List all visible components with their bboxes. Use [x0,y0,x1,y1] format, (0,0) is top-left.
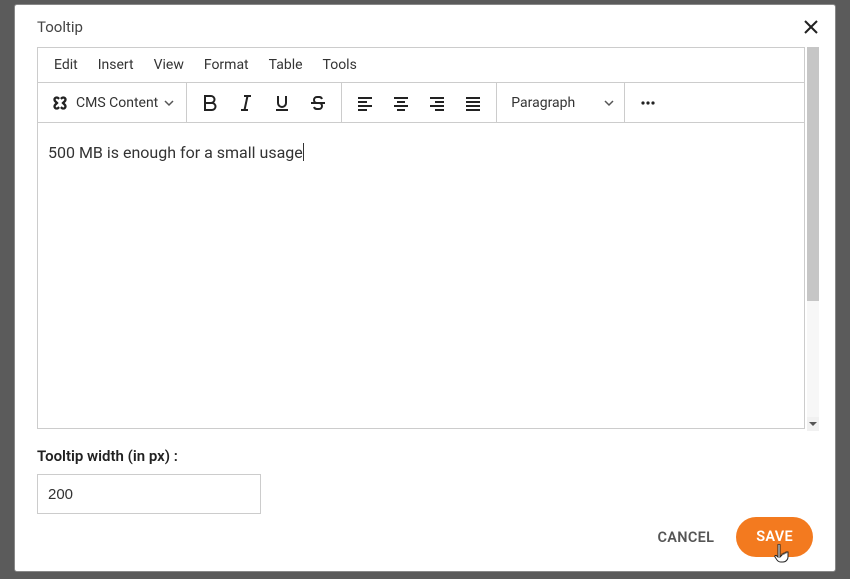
menu-format[interactable]: Format [194,51,259,79]
pointer-cursor-icon [774,544,792,566]
chevron-down-icon [604,98,614,108]
menu-edit[interactable]: Edit [44,51,88,79]
strikethrough-button[interactable] [301,86,335,120]
save-button[interactable]: SAVE [736,517,813,557]
cancel-button[interactable]: CANCEL [658,529,715,546]
align-center-button[interactable] [384,86,418,120]
bold-button[interactable] [193,86,227,120]
align-left-button[interactable] [348,86,382,120]
italic-button[interactable] [229,86,263,120]
tooltip-width-label: Tooltip width (in px) : [37,447,835,465]
editor-toolbar: CMS Content [37,83,805,123]
save-button-label: SAVE [756,528,793,545]
toolbar-group-text-style [187,83,342,122]
scrollbar-down-arrow[interactable] [807,417,819,431]
align-justify-icon [464,94,482,112]
scrollbar[interactable] [807,47,819,431]
align-right-icon [428,94,446,112]
menu-tools[interactable]: Tools [313,51,367,79]
menu-insert[interactable]: Insert [88,51,144,79]
editor-menubar: Edit Insert View Format Table Tools [37,47,805,83]
bold-icon [201,94,219,112]
menu-table[interactable]: Table [259,51,313,79]
toolbar-group-overflow [625,83,671,122]
align-justify-button[interactable] [456,86,490,120]
underline-button[interactable] [265,86,299,120]
ellipsis-icon [639,94,657,112]
toolbar-group-cms: CMS Content [38,83,187,122]
close-icon [803,19,819,35]
block-format-label: Paragraph [511,95,575,111]
tooltip-width-section: Tooltip width (in px) : [37,447,835,514]
scrollbar-thumb[interactable] [807,47,819,301]
menu-view[interactable]: View [144,51,194,79]
italic-icon [237,94,255,112]
chevron-down-icon [809,420,817,428]
editor-text: 500 MB is enough for a small usage [48,143,304,162]
align-center-icon [392,94,410,112]
underline-icon [273,94,291,112]
modal-footer: CANCEL SAVE [658,517,813,557]
cms-content-dropdown[interactable]: CMS Content [44,86,180,120]
align-right-button[interactable] [420,86,454,120]
chevron-down-icon [164,98,174,108]
align-left-icon [356,94,374,112]
more-button[interactable] [631,86,665,120]
tooltip-width-input[interactable] [37,474,261,514]
block-format-select[interactable]: Paragraph [497,83,625,122]
close-button[interactable] [799,15,823,39]
editor-content-area[interactable]: 500 MB is enough for a small usage [37,123,805,429]
cms-content-label: CMS Content [76,95,158,111]
toolbar-group-align [342,83,497,122]
joomla-icon [50,93,70,113]
modal-header: Tooltip [15,5,835,47]
strikethrough-icon [309,94,327,112]
editor-container: Edit Insert View Format Table Tools [37,47,805,429]
modal-title: Tooltip [37,18,83,36]
tooltip-modal: Tooltip Edit Insert View Format Table To… [14,4,836,572]
